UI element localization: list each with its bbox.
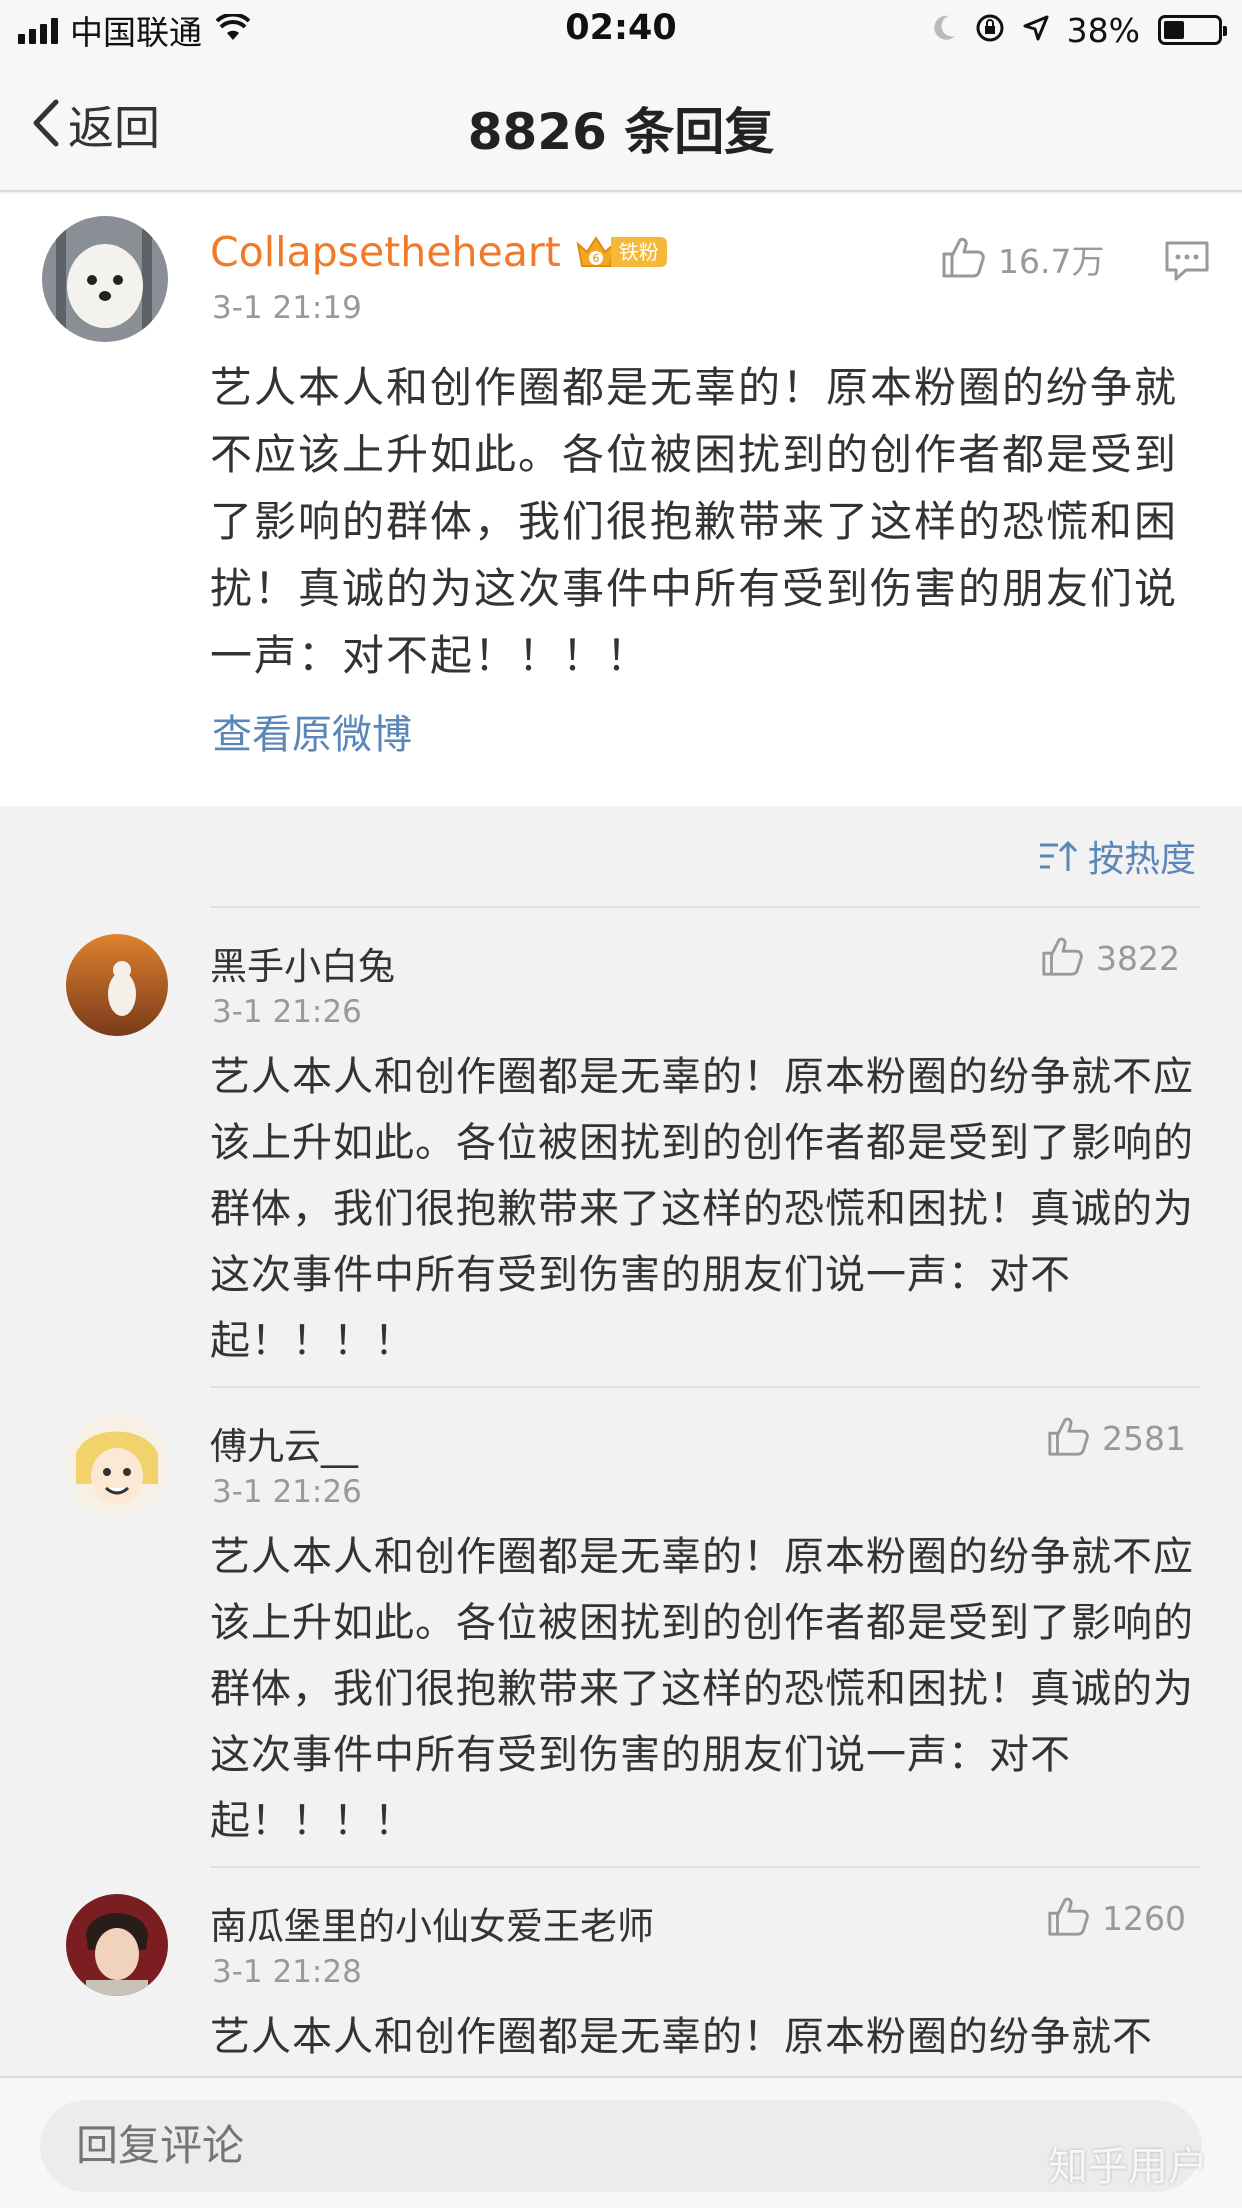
- post-time: 3-1 21:19: [212, 290, 362, 326]
- thumbs-up-icon: [1046, 1894, 1090, 1942]
- divider: [210, 1386, 1200, 1388]
- thumbs-up-icon: [1040, 934, 1084, 982]
- reply-like-button[interactable]: 1260: [1046, 1894, 1186, 1942]
- thumbs-up-icon: [1046, 1414, 1090, 1462]
- nav-bar: 返回 8826 条回复: [0, 62, 1242, 192]
- post-username[interactable]: Collapsetheheart: [210, 228, 561, 276]
- avatar[interactable]: [42, 216, 168, 342]
- reply-item: 黑手小白兔 3-1 21:26 3822 艺人本人和创作圈都是无辜的！原本粉圈的…: [0, 906, 1242, 1386]
- avatar[interactable]: [66, 1414, 168, 1516]
- main-post: Collapsetheheart 6 铁粉 3-1 21:19 16.7万 艺人…: [0, 194, 1242, 806]
- avatar[interactable]: [66, 934, 168, 1036]
- reply-like-button[interactable]: 3822: [1040, 934, 1180, 982]
- page-title: 8826 条回复: [467, 103, 775, 161]
- sort-icon: [1039, 840, 1078, 871]
- reply-time: 3-1 21:26: [212, 1474, 362, 1510]
- reply-time: 3-1 21:28: [212, 1954, 362, 1990]
- divider: [210, 906, 1200, 908]
- fan-level: 6: [592, 252, 599, 265]
- location-icon: [1023, 15, 1049, 45]
- reply-like-button[interactable]: 2581: [1046, 1414, 1186, 1462]
- reply-like-count: 3822: [1096, 938, 1180, 978]
- fan-badge-label: 铁粉: [610, 237, 667, 267]
- reply-username[interactable]: 南瓜堡里的小仙女爱王老师: [210, 1896, 654, 1950]
- sort-label: 按热度: [1087, 839, 1196, 880]
- avatar[interactable]: [66, 1894, 168, 1996]
- like-count: 16.7万: [998, 242, 1105, 281]
- comment-icon: [1165, 241, 1209, 281]
- battery-icon: [1158, 15, 1227, 45]
- thumbs-up-icon: [940, 234, 986, 284]
- reply-username[interactable]: 傅九云__: [210, 1416, 358, 1470]
- moon-icon: [931, 14, 957, 46]
- comment-button[interactable]: [1164, 240, 1210, 282]
- reply-text: 艺人本人和创作圈都是无辜的！原本粉圈的纷争就不应该上升如此。各位被困扰到的创作者…: [210, 1054, 1194, 1364]
- fan-badge: 6 铁粉: [575, 232, 667, 272]
- reply-input[interactable]: [40, 2100, 1202, 2192]
- reply-text: 艺人本人和创作圈都是无辜的！原本粉圈的纷争就不应该上升如此。各位被困扰到的创作者…: [210, 1534, 1194, 1844]
- divider: [210, 1866, 1200, 1868]
- post-text: 艺人本人和创作圈都是无辜的！原本粉圈的纷争就不应该上升如此。各位被困扰到的创作者…: [210, 363, 1179, 680]
- reply-item: 南瓜堡里的小仙女爱王老师 3-1 21:28 1260 艺人本人和创作圈都是无辜…: [0, 1866, 1242, 2076]
- reply-time: 3-1 21:26: [212, 994, 362, 1030]
- status-bar: 中国联通 02:40 38%: [0, 0, 1242, 62]
- like-button[interactable]: 16.7万: [940, 234, 1104, 284]
- battery-percent: 38%: [1066, 10, 1140, 50]
- view-original-link[interactable]: 查看原微博: [212, 702, 412, 760]
- watermark: 知乎用户: [1048, 2144, 1208, 2190]
- battery-fill: [1164, 21, 1184, 39]
- reply-username[interactable]: 黑手小白兔: [210, 936, 395, 990]
- sort-button[interactable]: 按热度: [1038, 830, 1196, 882]
- reply-like-count: 2581: [1102, 1418, 1186, 1458]
- reply-like-count: 1260: [1102, 1898, 1186, 1938]
- reply-item: 傅九云__ 3-1 21:26 2581 艺人本人和创作圈都是无辜的！原本粉圈的…: [0, 1386, 1242, 1866]
- rotation-lock-icon: [975, 13, 1005, 47]
- reply-text: 艺人本人和创作圈都是无辜的！原本粉圈的纷争就不: [210, 2014, 1153, 2060]
